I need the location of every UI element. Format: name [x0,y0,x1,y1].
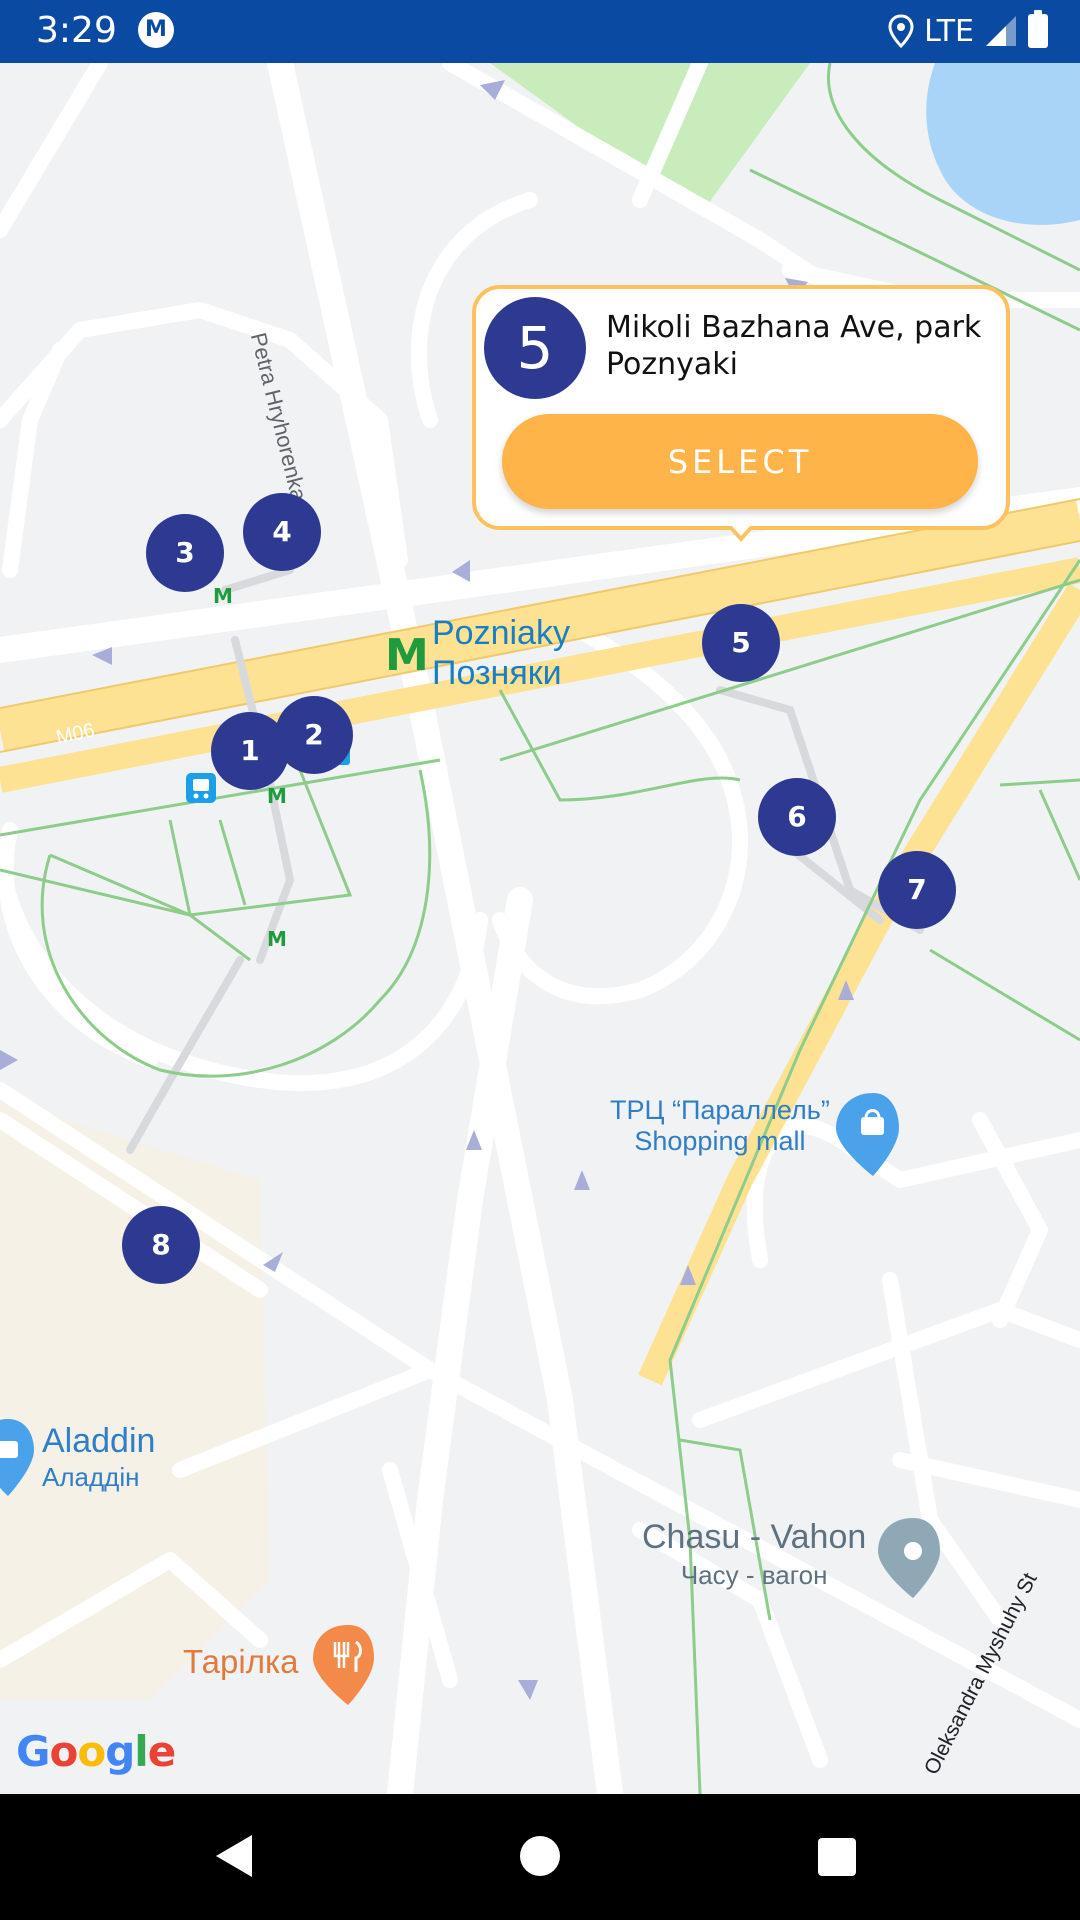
select-button[interactable]: SELECT [502,414,978,509]
signal-icon [986,16,1016,46]
location-icon [888,14,914,48]
navigation-bar [0,1794,1080,1920]
location-marker-5[interactable]: 5 [702,604,780,682]
location-marker-2[interactable]: 2 [275,696,353,774]
location-marker-4[interactable]: 4 [243,493,321,571]
recents-icon[interactable] [818,1838,856,1876]
bus-stop-icon [186,773,216,803]
info-window-tail-inner [731,525,751,536]
status-bar: 3:29 M LTE [0,0,1080,63]
restaurant-pin-icon [313,1625,374,1705]
network-type: LTE [924,13,974,49]
place-pin-icon [878,1518,940,1598]
metro-name-uk: Позняки [432,654,562,692]
poi-parallel-type: Shopping mall [634,1126,806,1156]
metro-name-en: Pozniaky [432,614,570,652]
location-marker-8[interactable]: 8 [122,1206,200,1284]
poi-aladdin[interactable]: Aladdin Аладдін [42,1423,155,1495]
poi-parallel[interactable]: ТРЦ “Параллель” Shopping mall [610,1095,830,1157]
info-window-title: Mikoli Bazhana Ave, park Poznyaki [606,310,982,382]
metro-entrance-icon: M [267,927,287,951]
info-window: 5 Mikoli Bazhana Ave, park Poznyaki SELE… [472,285,1010,530]
app-brand-icon: M [138,12,174,48]
lake [926,63,1080,225]
metro-entrance-icon: M [213,584,233,608]
google-logo: Google [16,1727,176,1776]
status-time: 3:29 [36,10,117,51]
metro-station-icon: M [385,630,429,681]
poi-tarilka[interactable]: Тарілка [183,1643,298,1681]
battery-icon [1028,10,1048,48]
back-icon[interactable] [214,1833,254,1879]
metro-entrance-icon: M [267,784,287,808]
info-window-number: 5 [484,297,586,399]
poi-chasu-name-uk: Часу - вагон [680,1560,828,1590]
poi-chasu-name: Chasu - Vahon [642,1518,867,1556]
poi-parallel-name: ТРЦ “Параллель” [610,1095,830,1125]
poi-aladdin-name: Aladdin [42,1422,156,1460]
location-marker-7[interactable]: 7 [878,851,956,929]
home-icon[interactable] [520,1836,560,1876]
location-marker-3[interactable]: 3 [146,514,224,592]
status-icons: LTE [888,10,1048,52]
metro-station-label[interactable]: Pozniaky Позняки [432,613,570,693]
location-marker-6[interactable]: 6 [758,778,836,856]
poi-aladdin-name-uk: Аладдін [42,1462,140,1492]
poi-chasu[interactable]: Chasu - Vahon Часу - вагон [642,1518,866,1594]
